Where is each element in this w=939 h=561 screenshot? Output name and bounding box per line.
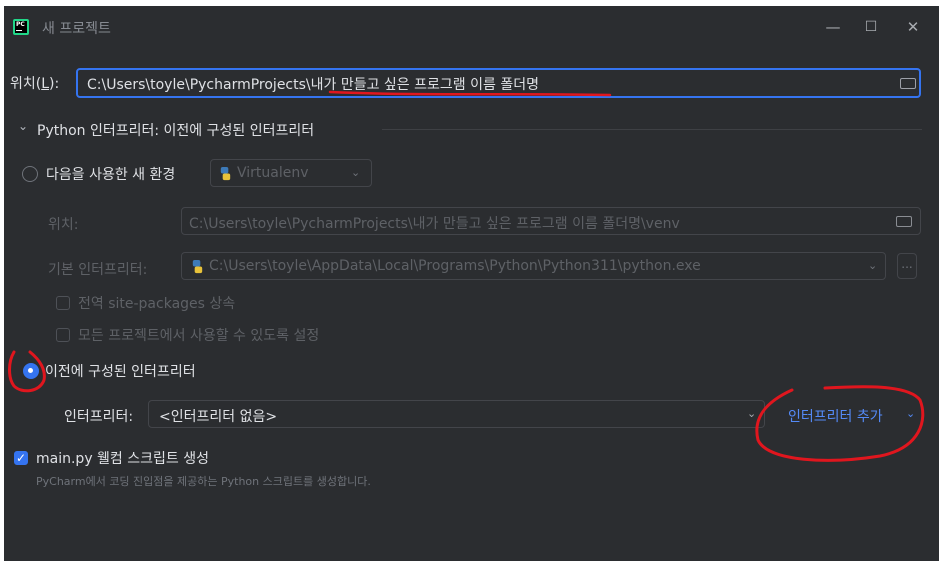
inherit-site-packages-label: 전역 site-packages 상속 — [78, 296, 236, 312]
location-label: 위치(L): — [10, 76, 60, 92]
environment-type-dropdown[interactable]: Virtualenv ⌄ — [210, 159, 372, 187]
base-interpreter-value: C:\Users\toyle\AppData\Local\Programs\Py… — [209, 258, 701, 274]
new-environment-radio[interactable] — [22, 166, 38, 182]
venv-location-input[interactable]: C:\Users\toyle\PycharmProjects\내가 만들고 싶은… — [181, 207, 921, 235]
welcome-script-label: main.py 웰컴 스크립트 생성 — [36, 451, 209, 467]
title-bar: PC 새 프로젝트 — ☐ ✕ — [4, 6, 939, 50]
environment-type-value: Virtualenv — [237, 165, 309, 181]
browse-interpreter-button[interactable]: ... — [897, 253, 917, 279]
interpreter-value: <인터프리터 없음> — [159, 409, 278, 425]
location-path-prefix: C:\Users\toyle\PycharmProjects\ — [87, 77, 311, 93]
chevron-down-icon[interactable]: ⌄ — [906, 407, 915, 420]
venv-location-value: C:\Users\toyle\PycharmProjects\내가 만들고 싶은… — [189, 216, 680, 232]
add-interpreter-link[interactable]: 인터프리터 추가 — [788, 406, 883, 426]
close-button[interactable]: ✕ — [900, 16, 926, 38]
interpreter-label: 인터프리터: — [64, 409, 134, 425]
base-interpreter-dropdown[interactable]: C:\Users\toyle\AppData\Local\Programs\Py… — [181, 252, 886, 280]
chevron-down-icon: ⌄ — [747, 407, 757, 420]
python-icon — [192, 259, 203, 274]
maximize-button[interactable]: ☐ — [858, 16, 884, 38]
pycharm-app-icon: PC — [13, 19, 29, 35]
minimize-button[interactable]: — — [820, 16, 846, 38]
collapse-chevron-icon[interactable]: ⌄ — [18, 119, 28, 133]
folder-icon[interactable] — [896, 216, 912, 227]
new-project-dialog: PC 새 프로젝트 — ☐ ✕ 위치(L): C:\Users\toyle\Py… — [4, 6, 939, 561]
location-folder-name: 내가 만들고 싶은 프로그램 이름 폴더명 — [310, 77, 539, 93]
share-projects-label: 모든 프로젝트에서 사용할 수 있도록 설정 — [78, 328, 320, 344]
venv-location-label: 위치: — [48, 217, 79, 233]
interpreter-dropdown[interactable]: <인터프리터 없음> ⌄ — [148, 400, 765, 428]
welcome-script-description: PyCharm에서 코딩 진입점을 제공하는 Python 스크립트를 생성합니… — [36, 475, 371, 488]
window-title: 새 프로젝트 — [42, 21, 111, 37]
base-interpreter-label: 기본 인터프리터: — [48, 262, 148, 278]
python-icon — [220, 166, 231, 181]
new-environment-label: 다음을 사용한 새 환경 — [46, 167, 176, 183]
welcome-script-checkbox[interactable]: ✓ — [14, 451, 28, 465]
interpreter-section-title[interactable]: Python 인터프리터: 이전에 구성된 인터프리터 — [37, 120, 314, 140]
inherit-site-packages-checkbox[interactable] — [56, 296, 70, 310]
section-divider — [382, 129, 922, 130]
chevron-down-icon: ⌄ — [351, 166, 361, 179]
share-projects-checkbox[interactable] — [56, 328, 70, 342]
previous-interpreter-radio[interactable] — [23, 363, 39, 379]
folder-icon[interactable] — [900, 78, 916, 89]
location-input[interactable]: C:\Users\toyle\PycharmProjects\내가 만들고 싶은… — [76, 68, 921, 98]
previous-interpreter-label: 이전에 구성된 인터프리터 — [45, 364, 196, 380]
chevron-down-icon: ⌄ — [868, 259, 878, 272]
